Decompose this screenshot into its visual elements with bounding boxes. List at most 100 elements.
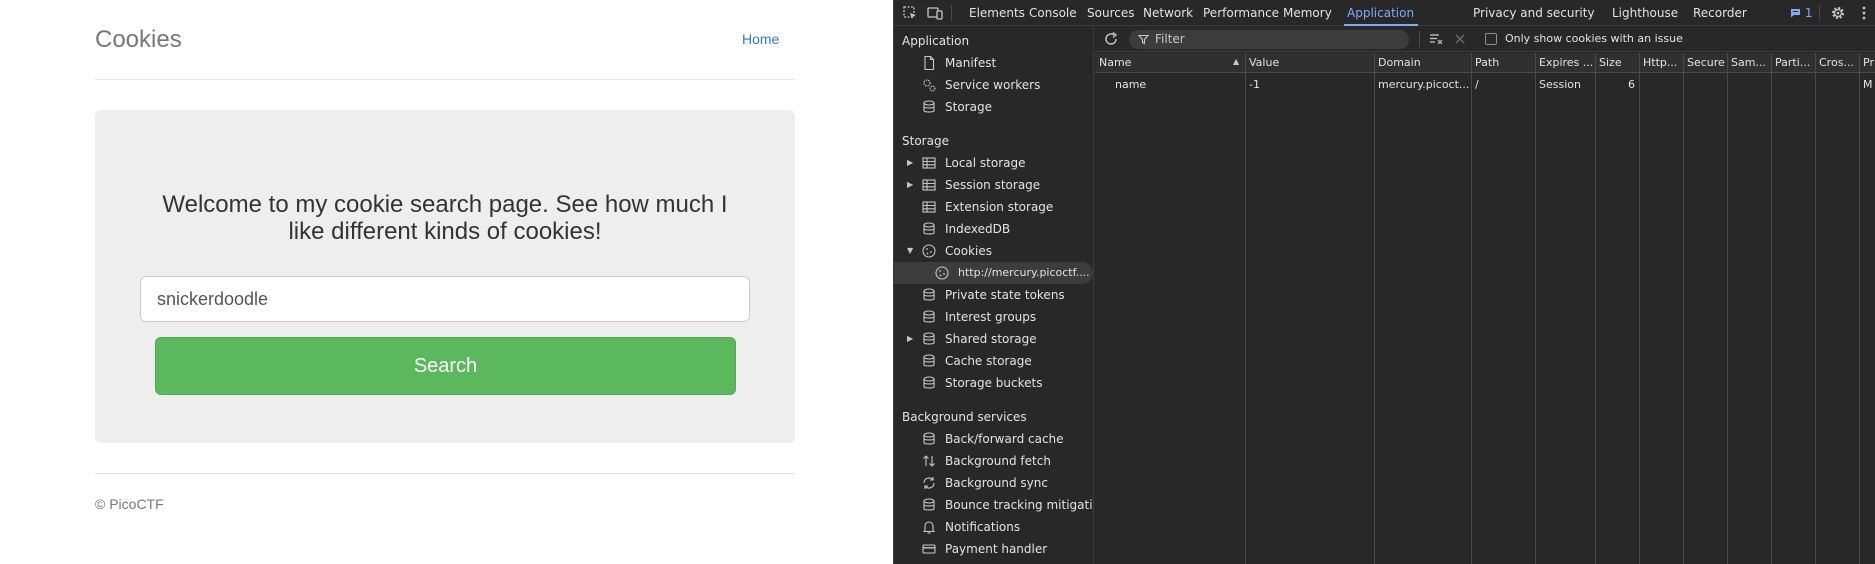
sidebar-item-cache-storage[interactable]: Cache storage xyxy=(894,350,1093,372)
column-header-expires[interactable]: Expires ... xyxy=(1539,56,1593,69)
inspect-element-icon[interactable] xyxy=(901,4,919,22)
tab-memory[interactable]: Memory xyxy=(1283,0,1332,26)
device-toolbar-icon[interactable] xyxy=(926,4,944,22)
sidebar-item-extension-storage[interactable]: Extension storage xyxy=(894,196,1093,218)
tab-network[interactable]: Network xyxy=(1143,0,1193,26)
sidebar-item-background-sync[interactable]: Background sync xyxy=(894,472,1093,494)
sidebar-item-label: Private state tokens xyxy=(945,288,1065,302)
sidebar-item-payment-handler[interactable]: Payment handler xyxy=(894,538,1093,560)
site-title: Cookies xyxy=(95,26,182,53)
sidebar-item-session-storage[interactable]: ▶ Session storage xyxy=(894,174,1093,196)
sidebar-item-local-storage[interactable]: ▶ Local storage xyxy=(894,152,1093,174)
sidebar-item-label: Session storage xyxy=(945,178,1041,192)
filter-input[interactable]: Filter xyxy=(1129,30,1409,49)
column-header-size[interactable]: Size xyxy=(1599,56,1637,69)
credit-card-icon xyxy=(922,544,936,554)
collapse-arrow-icon[interactable]: ▼ xyxy=(907,240,913,262)
sidebar-item-label: Notifications xyxy=(945,520,1021,534)
tab-sources[interactable]: Sources xyxy=(1087,0,1134,26)
issues-icon xyxy=(1791,9,1800,18)
column-divider xyxy=(1815,53,1816,564)
column-header-priority[interactable]: Pr xyxy=(1863,56,1875,69)
home-link[interactable]: Home xyxy=(742,31,779,47)
sidebar-item-bounce-tracking[interactable]: Bounce tracking mitigati... xyxy=(894,494,1093,516)
sidebar-item-storage[interactable]: Storage xyxy=(894,96,1093,118)
column-divider xyxy=(1374,53,1375,564)
sidebar-item-label: Local storage xyxy=(945,156,1026,170)
column-header-secure[interactable]: Secure xyxy=(1687,56,1725,69)
sidebar-item-label: Manifest xyxy=(945,56,997,70)
column-header-value[interactable]: Value xyxy=(1249,56,1369,69)
gears-icon xyxy=(923,79,936,92)
table-grid-icon xyxy=(922,201,936,213)
column-divider xyxy=(1771,53,1772,564)
sidebar-item-cookie-origin[interactable]: http://mercury.picoctf.... xyxy=(894,262,1093,284)
welcome-text: Welcome to my cookie search page. See ho… xyxy=(162,191,728,245)
tab-performance[interactable]: Performance xyxy=(1203,0,1279,26)
cookie-search-input[interactable] xyxy=(140,276,750,322)
cookie-icon xyxy=(922,244,936,258)
sidebar-item-back-forward-cache[interactable]: Back/forward cache xyxy=(894,428,1093,450)
column-header-cross-site[interactable]: Cros... xyxy=(1819,56,1857,69)
clear-all-cookies-icon[interactable] xyxy=(1428,31,1444,47)
sidebar-item-label: Bounce tracking mitigati... xyxy=(945,498,1094,512)
cookies-table: Name ▲ Value Domain Path Expires ... Siz… xyxy=(1095,53,1875,564)
settings-gear-icon[interactable] xyxy=(1829,4,1847,22)
column-header-httponly[interactable]: Http... xyxy=(1643,56,1681,69)
sidebar-item-cookies[interactable]: ▼ Cookies xyxy=(894,240,1093,262)
bell-icon xyxy=(922,521,936,534)
column-header-partition[interactable]: Parti... xyxy=(1775,56,1813,69)
column-header-domain[interactable]: Domain xyxy=(1378,56,1468,69)
tab-recorder[interactable]: Recorder xyxy=(1693,0,1747,26)
sidebar-item-label: Cookies xyxy=(945,244,992,258)
database-icon xyxy=(923,100,935,113)
column-divider xyxy=(1859,53,1860,564)
tab-application[interactable]: Application xyxy=(1344,0,1419,26)
table-grid-icon xyxy=(922,179,936,191)
sidebar-item-label: Interest groups xyxy=(945,310,1037,324)
sidebar-item-label: Shared storage xyxy=(945,332,1037,346)
tab-elements[interactable]: Elements xyxy=(969,0,1025,26)
expand-arrow-icon[interactable]: ▶ xyxy=(907,174,913,196)
cell-expires: Session xyxy=(1539,78,1581,91)
expand-arrow-icon[interactable]: ▶ xyxy=(907,152,913,174)
refresh-icon[interactable] xyxy=(1103,31,1119,47)
sidebar-item-label: Background sync xyxy=(945,476,1048,490)
tab-privacy-and-security[interactable]: Privacy and security xyxy=(1473,0,1595,26)
footer-divider xyxy=(95,473,795,474)
sidebar-item-indexeddb[interactable]: IndexedDB xyxy=(894,218,1093,240)
search-button[interactable]: Search xyxy=(155,337,736,395)
expand-arrow-icon[interactable]: ▶ xyxy=(907,328,913,350)
cookie-icon xyxy=(935,266,949,280)
sidebar-item-service-workers[interactable]: Service workers xyxy=(894,74,1093,96)
sidebar-item-label: Storage buckets xyxy=(945,376,1043,390)
sidebar-item-label: Extension storage xyxy=(945,200,1054,214)
sidebar-item-manifest[interactable]: Manifest xyxy=(894,52,1093,74)
column-header-name[interactable]: Name xyxy=(1099,56,1229,69)
database-icon xyxy=(923,376,935,389)
only-issues-checkbox[interactable] xyxy=(1485,33,1497,45)
sidebar-item-interest-groups[interactable]: Interest groups xyxy=(894,306,1093,328)
sidebar-item-label: Back/forward cache xyxy=(945,432,1064,446)
database-icon xyxy=(923,310,935,323)
footer-text: © PicoCTF xyxy=(95,496,164,512)
tab-console[interactable]: Console xyxy=(1029,0,1077,26)
filter-placeholder: Filter xyxy=(1155,32,1185,46)
tab-lighthouse[interactable]: Lighthouse xyxy=(1612,0,1678,26)
cell-priority: M xyxy=(1863,78,1873,91)
devtools-tab-bar: Elements Console Sources Network Perform… xyxy=(894,0,1875,26)
sidebar-item-background-fetch[interactable]: Background fetch xyxy=(894,450,1093,472)
more-options-icon[interactable] xyxy=(1855,4,1873,22)
database-icon xyxy=(923,432,935,445)
issues-counter[interactable]: 1 xyxy=(1790,0,1812,26)
column-divider xyxy=(1595,53,1596,564)
column-header-samesite[interactable]: Sam... xyxy=(1731,56,1769,69)
sidebar-item-private-state-tokens[interactable]: Private state tokens xyxy=(894,284,1093,306)
up-down-arrows-icon xyxy=(923,455,935,467)
sidebar-item-notifications[interactable]: Notifications xyxy=(894,516,1093,538)
sidebar-item-storage-buckets[interactable]: Storage buckets xyxy=(894,372,1093,394)
sidebar-item-shared-storage[interactable]: ▶ Shared storage xyxy=(894,328,1093,350)
delete-selected-icon[interactable] xyxy=(1453,32,1467,46)
column-header-path[interactable]: Path xyxy=(1475,56,1532,69)
sidebar-item-label: Cache storage xyxy=(945,354,1032,368)
